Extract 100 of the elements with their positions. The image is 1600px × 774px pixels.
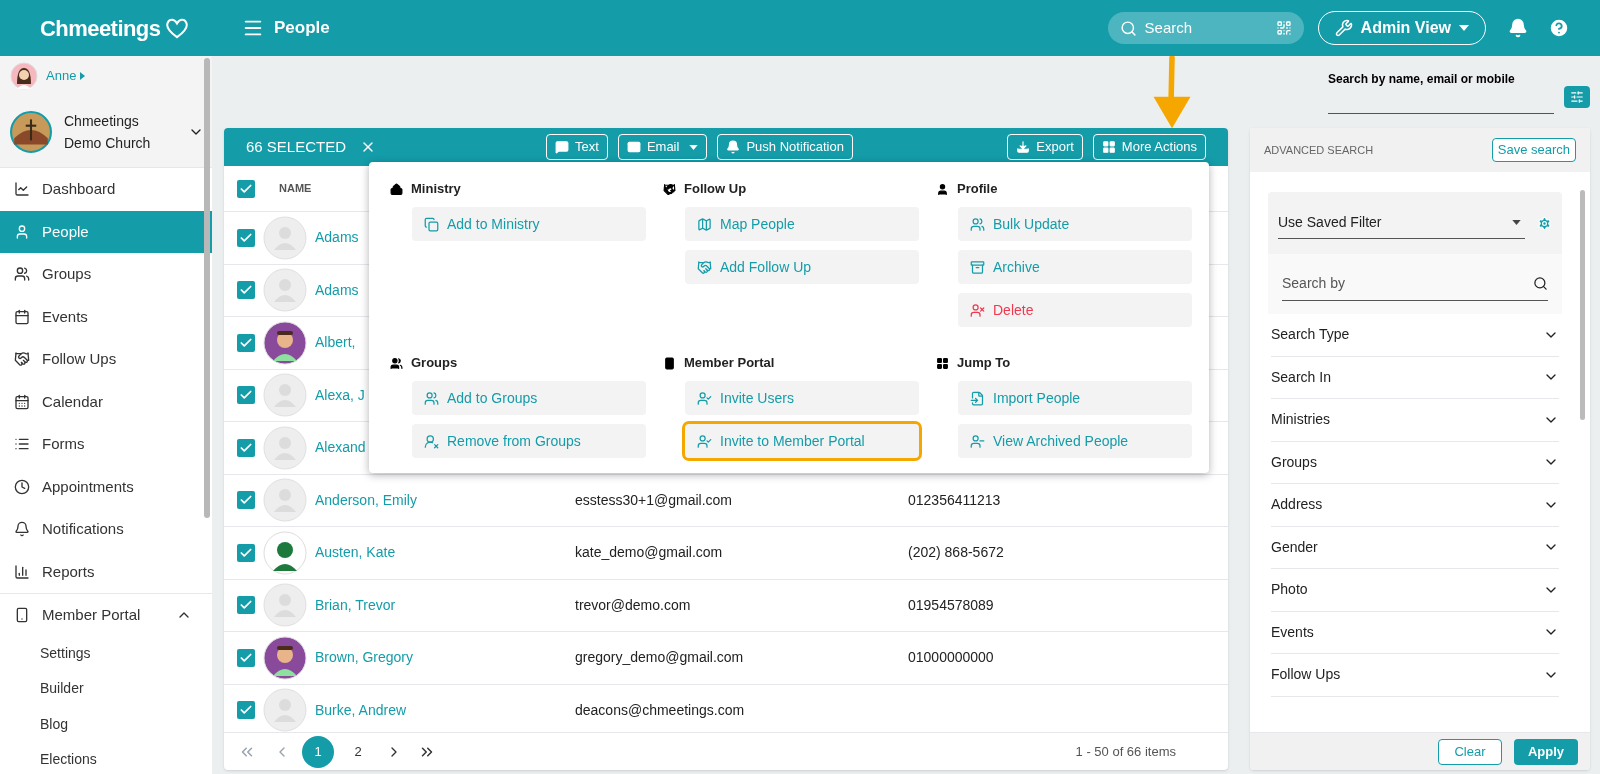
qr-code-icon[interactable] — [1275, 20, 1292, 36]
sidebar-item[interactable]: Calendar — [0, 380, 212, 423]
menu-item[interactable]: Remove from Groups — [412, 424, 646, 458]
apply-button[interactable]: Apply — [1514, 738, 1578, 765]
people-icon — [424, 390, 439, 406]
person-name-link[interactable]: Burke, Andrew — [315, 699, 575, 721]
filter-accordion[interactable]: Groups — [1271, 441, 1559, 484]
calendar-icon — [14, 308, 30, 325]
checkbox[interactable] — [237, 596, 255, 615]
line-chart-icon — [14, 181, 30, 198]
action-button[interactable]: Push Notification — [717, 134, 853, 160]
phone-icon — [663, 356, 676, 370]
checkbox[interactable] — [237, 281, 255, 300]
menu-item[interactable]: Invite to Member Portal — [685, 424, 919, 458]
church-name[interactable]: Chmeetings Demo Church — [64, 109, 176, 154]
action-button[interactable]: Export — [1007, 134, 1083, 160]
map-icon — [697, 216, 712, 232]
remove-user-icon — [970, 302, 985, 318]
checkbox[interactable] — [237, 648, 255, 667]
sidebar-item[interactable]: Appointments — [0, 465, 212, 508]
menu-item[interactable]: Delete — [958, 293, 1192, 327]
clear-button[interactable]: Clear — [1438, 738, 1502, 765]
filter-accordion[interactable]: Ministries — [1271, 399, 1559, 442]
bell-icon[interactable] — [1508, 18, 1528, 38]
scrollbar[interactable] — [204, 58, 210, 518]
person-name-link[interactable]: Brian, Trevor — [315, 594, 575, 616]
filter-accordion[interactable]: Search Type — [1271, 314, 1559, 357]
checkbox[interactable] — [237, 701, 255, 720]
scrollbar[interactable] — [1580, 190, 1585, 420]
section-title: Groups — [411, 354, 458, 373]
checkbox[interactable] — [237, 438, 255, 457]
section-title: Profile — [957, 180, 998, 199]
sidebar-subitem[interactable]: Blog — [0, 706, 212, 742]
sidebar-subitem[interactable]: Settings — [0, 635, 212, 671]
menu-item[interactable]: View Archived People — [958, 424, 1192, 458]
message-icon — [555, 140, 570, 154]
user-link[interactable]: Anne — [46, 66, 86, 86]
menu-item[interactable]: Add to Groups — [412, 381, 646, 415]
sidebar-item[interactable]: People — [0, 210, 212, 253]
action-button[interactable]: More Actions — [1092, 134, 1206, 160]
sidebar-item[interactable]: Events — [0, 295, 212, 338]
filter-accordion[interactable]: Follow Ups — [1271, 654, 1559, 697]
panel-title: ADVANCED SEARCH — [1264, 142, 1374, 158]
user-check-icon — [697, 390, 712, 406]
sidebar-item[interactable]: Groups — [0, 253, 212, 296]
page-summary: 1 - 50 of 66 items — [1075, 742, 1176, 761]
help-icon[interactable] — [1548, 17, 1570, 39]
checkbox[interactable] — [237, 228, 255, 247]
checkbox[interactable] — [237, 179, 255, 198]
page-title: People — [274, 17, 330, 40]
section-title: Jump To — [957, 354, 1011, 373]
settings-icon[interactable] — [1537, 215, 1552, 231]
sidebar-subitem[interactable]: Builder — [0, 671, 212, 707]
action-button[interactable]: Email — [617, 134, 708, 160]
avatar-placeholder — [263, 268, 307, 313]
avatar-placeholder — [263, 425, 307, 470]
sidebar-item[interactable]: Member Portal — [0, 593, 212, 636]
download-icon — [1016, 140, 1031, 154]
remove-user-icon — [424, 433, 439, 449]
filter-accordion[interactable]: Gender — [1271, 526, 1559, 569]
action-button[interactable]: Text — [546, 134, 608, 160]
save-search-button[interactable]: Save search — [1491, 138, 1576, 162]
logo[interactable]: Chmeetings — [40, 11, 161, 45]
checkbox[interactable] — [237, 543, 255, 562]
sidebar-item[interactable]: Forms — [0, 423, 212, 466]
field-label: Search by name, email or mobile — [1328, 71, 1516, 88]
filter-button[interactable] — [1564, 86, 1590, 108]
caret-icon — [1459, 25, 1469, 31]
caret-icon — [80, 72, 86, 80]
church-logo — [10, 110, 52, 153]
person-name-link[interactable]: Anderson, Emily — [315, 489, 575, 511]
menu-item[interactable]: Bulk Update — [958, 207, 1192, 241]
filter-accordion[interactable]: Photo — [1271, 569, 1559, 612]
page-button[interactable]: 1 — [302, 735, 334, 768]
page-button[interactable]: 2 — [342, 735, 374, 768]
checkbox[interactable] — [237, 386, 255, 405]
sidebar-item[interactable]: Notifications — [0, 508, 212, 551]
menu-item[interactable]: Import People — [958, 381, 1192, 415]
filter-accordion[interactable]: Events — [1271, 611, 1559, 654]
search-field[interactable]: Search — [1107, 12, 1304, 44]
person-name-link[interactable]: Brown, Gregory — [315, 647, 575, 669]
avatar-placeholder — [263, 478, 307, 523]
sidebar-item[interactable]: Dashboard — [0, 168, 212, 211]
sidebar-subitem[interactable]: Elections — [0, 742, 212, 774]
column-header[interactable]: NAME — [279, 180, 312, 197]
phone-icon — [14, 606, 30, 623]
sidebar-item[interactable]: Reports — [0, 550, 212, 593]
tools-icon — [1334, 19, 1353, 37]
checkbox[interactable] — [237, 333, 255, 352]
menu-item[interactable]: Archive — [958, 250, 1192, 284]
filter-accordion[interactable]: Search In — [1271, 356, 1559, 399]
checkbox[interactable] — [237, 491, 255, 510]
person-name-link[interactable]: Austen, Kate — [315, 542, 575, 564]
menu-item[interactable]: Map People — [685, 207, 919, 241]
menu-item[interactable]: Add to Ministry — [412, 207, 646, 241]
table-cell-text: esstess30+1@gmail.com — [575, 490, 733, 510]
sidebar-item[interactable]: Follow Ups — [0, 338, 212, 381]
menu-item[interactable]: Add Follow Up — [685, 250, 919, 284]
filter-accordion[interactable]: Address — [1271, 484, 1559, 527]
menu-item[interactable]: Invite Users — [685, 381, 919, 415]
